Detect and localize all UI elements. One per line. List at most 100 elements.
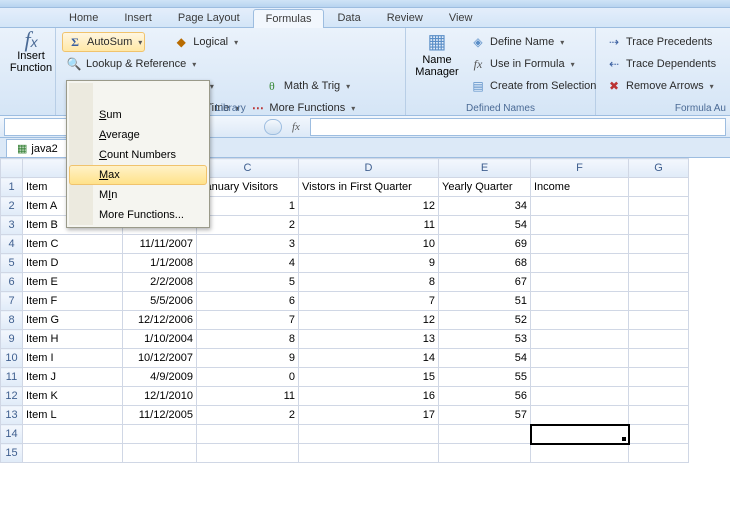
cell-D4[interactable]: 10 [299,235,439,254]
tab-page-layout[interactable]: Page Layout [165,8,253,27]
cell-D3[interactable]: 11 [299,216,439,235]
tab-home[interactable]: Home [56,8,111,27]
cell-E1[interactable]: Yearly Quarter [439,178,531,197]
cell-G5[interactable] [629,254,689,273]
row-header-2[interactable]: 2 [1,197,23,216]
tab-insert[interactable]: Insert [111,8,165,27]
cell-C13[interactable]: 2 [197,406,299,425]
cell-B7[interactable]: 5/5/2006 [123,292,197,311]
cell-F15[interactable] [531,444,629,463]
cell-A12[interactable]: Item K [23,387,123,406]
cell-B6[interactable]: 2/2/2008 [123,273,197,292]
cell-G3[interactable] [629,216,689,235]
cell-B8[interactable]: 12/12/2006 [123,311,197,330]
col-header-F[interactable]: F [531,159,629,178]
row-header-12[interactable]: 12 [1,387,23,406]
cell-D7[interactable]: 7 [299,292,439,311]
cell-E10[interactable]: 54 [439,349,531,368]
cell-B13[interactable]: 11/12/2005 [123,406,197,425]
row-header-14[interactable]: 14 [1,425,23,444]
cell-B4[interactable]: 11/11/2007 [123,235,197,254]
trace-precedents-button[interactable]: ⇢ Trace Precedents [602,32,724,52]
cell-A10[interactable]: Item I [23,349,123,368]
cell-F14[interactable] [531,425,629,444]
formula-input[interactable] [310,118,726,136]
cell-D9[interactable]: 13 [299,330,439,349]
cell-G8[interactable] [629,311,689,330]
define-name-button[interactable]: ◈ Define Name ▾ [466,32,600,52]
cell-E14[interactable] [439,425,531,444]
cell-E4[interactable]: 69 [439,235,531,254]
cell-B14[interactable] [123,425,197,444]
cell-G10[interactable] [629,349,689,368]
cell-C2[interactable]: 1 [197,197,299,216]
cell-F4[interactable] [531,235,629,254]
fx-expand[interactable] [264,119,282,135]
cell-G14[interactable] [629,425,689,444]
row-header-7[interactable]: 7 [1,292,23,311]
cell-C15[interactable] [197,444,299,463]
cell-F11[interactable] [531,368,629,387]
cell-A13[interactable]: Item L [23,406,123,425]
cell-C8[interactable]: 7 [197,311,299,330]
cell-E11[interactable]: 55 [439,368,531,387]
dd-count-numbers[interactable]: Count Numbers [69,145,207,165]
cell-C4[interactable]: 3 [197,235,299,254]
autosum-split-button[interactable]: Σ AutoSum ▾ [62,32,145,52]
insert-function-button[interactable]: fx Insert Function [6,32,56,76]
cell-G6[interactable] [629,273,689,292]
cell-A8[interactable]: Item G [23,311,123,330]
cell-G11[interactable] [629,368,689,387]
remove-arrows-button[interactable]: ✖ Remove Arrows ▾ [602,76,724,96]
cell-F10[interactable] [531,349,629,368]
lookup-button[interactable]: 🔍 Lookup & Reference ▾ [62,54,200,74]
cell-D13[interactable]: 17 [299,406,439,425]
cell-C5[interactable]: 4 [197,254,299,273]
cell-E13[interactable]: 57 [439,406,531,425]
tab-review[interactable]: Review [374,8,436,27]
row-header-1[interactable]: 1 [1,178,23,197]
logical-button[interactable]: ◆ Logical ▾ [169,32,242,52]
cell-D10[interactable]: 14 [299,349,439,368]
cell-E8[interactable]: 52 [439,311,531,330]
row-header-3[interactable]: 3 [1,216,23,235]
create-from-selection-button[interactable]: ▤ Create from Selection [466,76,600,96]
row-header-11[interactable]: 11 [1,368,23,387]
dd-max[interactable]: Max [69,165,207,185]
cell-A6[interactable]: Item E [23,273,123,292]
dd-sum[interactable]: Sum [69,105,207,125]
name-manager-button[interactable]: ▦ Name Manager [412,32,462,96]
row-header-15[interactable]: 15 [1,444,23,463]
cell-A4[interactable]: Item C [23,235,123,254]
cell-E15[interactable] [439,444,531,463]
cell-C14[interactable] [197,425,299,444]
cell-E5[interactable]: 68 [439,254,531,273]
cell-F1[interactable]: Income [531,178,629,197]
cell-D8[interactable]: 12 [299,311,439,330]
cell-G13[interactable] [629,406,689,425]
dd-more-functions[interactable]: More Functions... [69,205,207,225]
cell-A9[interactable]: Item H [23,330,123,349]
cell-D12[interactable]: 16 [299,387,439,406]
cell-E12[interactable]: 56 [439,387,531,406]
cell-E3[interactable]: 54 [439,216,531,235]
cell-D2[interactable]: 12 [299,197,439,216]
cell-C9[interactable]: 8 [197,330,299,349]
row-header-10[interactable]: 10 [1,349,23,368]
row-header-13[interactable]: 13 [1,406,23,425]
cell-D14[interactable] [299,425,439,444]
cell-E7[interactable]: 51 [439,292,531,311]
cell-F13[interactable] [531,406,629,425]
cell-G12[interactable] [629,387,689,406]
cell-F6[interactable] [531,273,629,292]
row-header-8[interactable]: 8 [1,311,23,330]
cell-C6[interactable]: 5 [197,273,299,292]
cell-F8[interactable] [531,311,629,330]
cell-A5[interactable]: Item D [23,254,123,273]
row-header-6[interactable]: 6 [1,273,23,292]
cell-E6[interactable]: 67 [439,273,531,292]
select-all-corner[interactable] [1,159,23,178]
cell-C7[interactable]: 6 [197,292,299,311]
cell-G4[interactable] [629,235,689,254]
cell-A7[interactable]: Item F [23,292,123,311]
